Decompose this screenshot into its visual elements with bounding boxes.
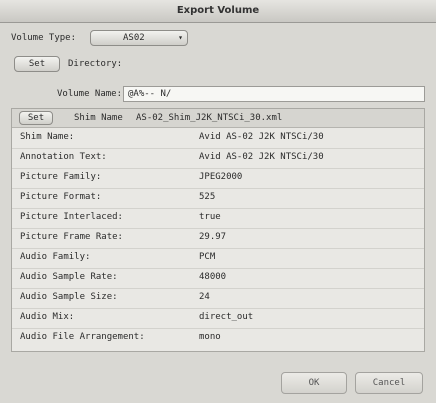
property-key: Audio Sample Rate:	[20, 272, 118, 282]
volume-name-label: Volume Name:	[57, 89, 123, 99]
property-value: 48000	[199, 272, 227, 282]
property-key: Shim Name:	[20, 132, 75, 142]
volume-name-input[interactable]: @A%-- N/	[123, 86, 425, 102]
property-value: Avid AS-02 J2K NTSCi/30	[199, 132, 324, 142]
property-row: Audio File Arrangement: mono	[12, 329, 424, 348]
cancel-button[interactable]: Cancel	[355, 372, 423, 394]
property-row: Picture Family: JPEG2000	[12, 169, 424, 189]
ok-button[interactable]: OK	[281, 372, 347, 394]
shim-name-header-label: Shim Name	[74, 113, 123, 123]
property-row: Audio Mix: direct_out	[12, 309, 424, 329]
property-value: 24	[199, 292, 210, 302]
property-value: 29.97	[199, 232, 227, 242]
property-value: mono	[199, 332, 221, 342]
property-value: direct_out	[199, 312, 254, 322]
property-row: Shim Name: Avid AS-02 J2K NTSCi/30	[12, 129, 424, 149]
property-key: Picture Frame Rate:	[20, 232, 123, 242]
property-value: JPEG2000	[199, 172, 243, 182]
set-shim-button[interactable]: Set	[19, 111, 53, 125]
property-row: Audio Sample Size: 24	[12, 289, 424, 309]
shim-file-name: AS-02_Shim_J2K_NTSCi_30.xml	[136, 113, 283, 123]
chevron-down-icon: ▾	[178, 33, 183, 42]
set-directory-button[interactable]: Set	[14, 56, 60, 72]
property-key: Audio Sample Size:	[20, 292, 118, 302]
shim-properties-panel: Set Shim Name AS-02_Shim_J2K_NTSCi_30.xm…	[11, 108, 425, 352]
volume-type-select[interactable]: AS02 ▾	[90, 30, 188, 46]
property-key: Audio Mix:	[20, 312, 75, 322]
property-row: Picture Interlaced: true	[12, 209, 424, 229]
property-value: PCM	[199, 252, 216, 262]
property-row: Picture Frame Rate: 29.97	[12, 229, 424, 249]
property-key: Audio File Arrangement:	[20, 332, 145, 342]
volume-type-label: Volume Type:	[11, 33, 77, 43]
window-title: Export Volume	[0, 0, 436, 23]
property-row: Picture Format: 525	[12, 189, 424, 209]
property-key: Picture Family:	[20, 172, 102, 182]
property-row: Annotation Text: Avid AS-02 J2K NTSCi/30	[12, 149, 424, 169]
property-value: true	[199, 212, 221, 222]
property-value: 525	[199, 192, 216, 202]
property-row: Audio Family: PCM	[12, 249, 424, 269]
shim-header: Set Shim Name AS-02_Shim_J2K_NTSCi_30.xm…	[12, 109, 424, 128]
directory-label: Directory:	[68, 59, 123, 69]
property-row: Audio Sample Rate: 48000	[12, 269, 424, 289]
property-value: Avid AS-02 J2K NTSCi/30	[199, 152, 324, 162]
property-key: Picture Interlaced:	[20, 212, 123, 222]
property-key: Picture Format:	[20, 192, 102, 202]
property-key: Annotation Text:	[20, 152, 107, 162]
property-key: Audio Family:	[20, 252, 91, 262]
volume-type-value: AS02	[123, 33, 145, 43]
